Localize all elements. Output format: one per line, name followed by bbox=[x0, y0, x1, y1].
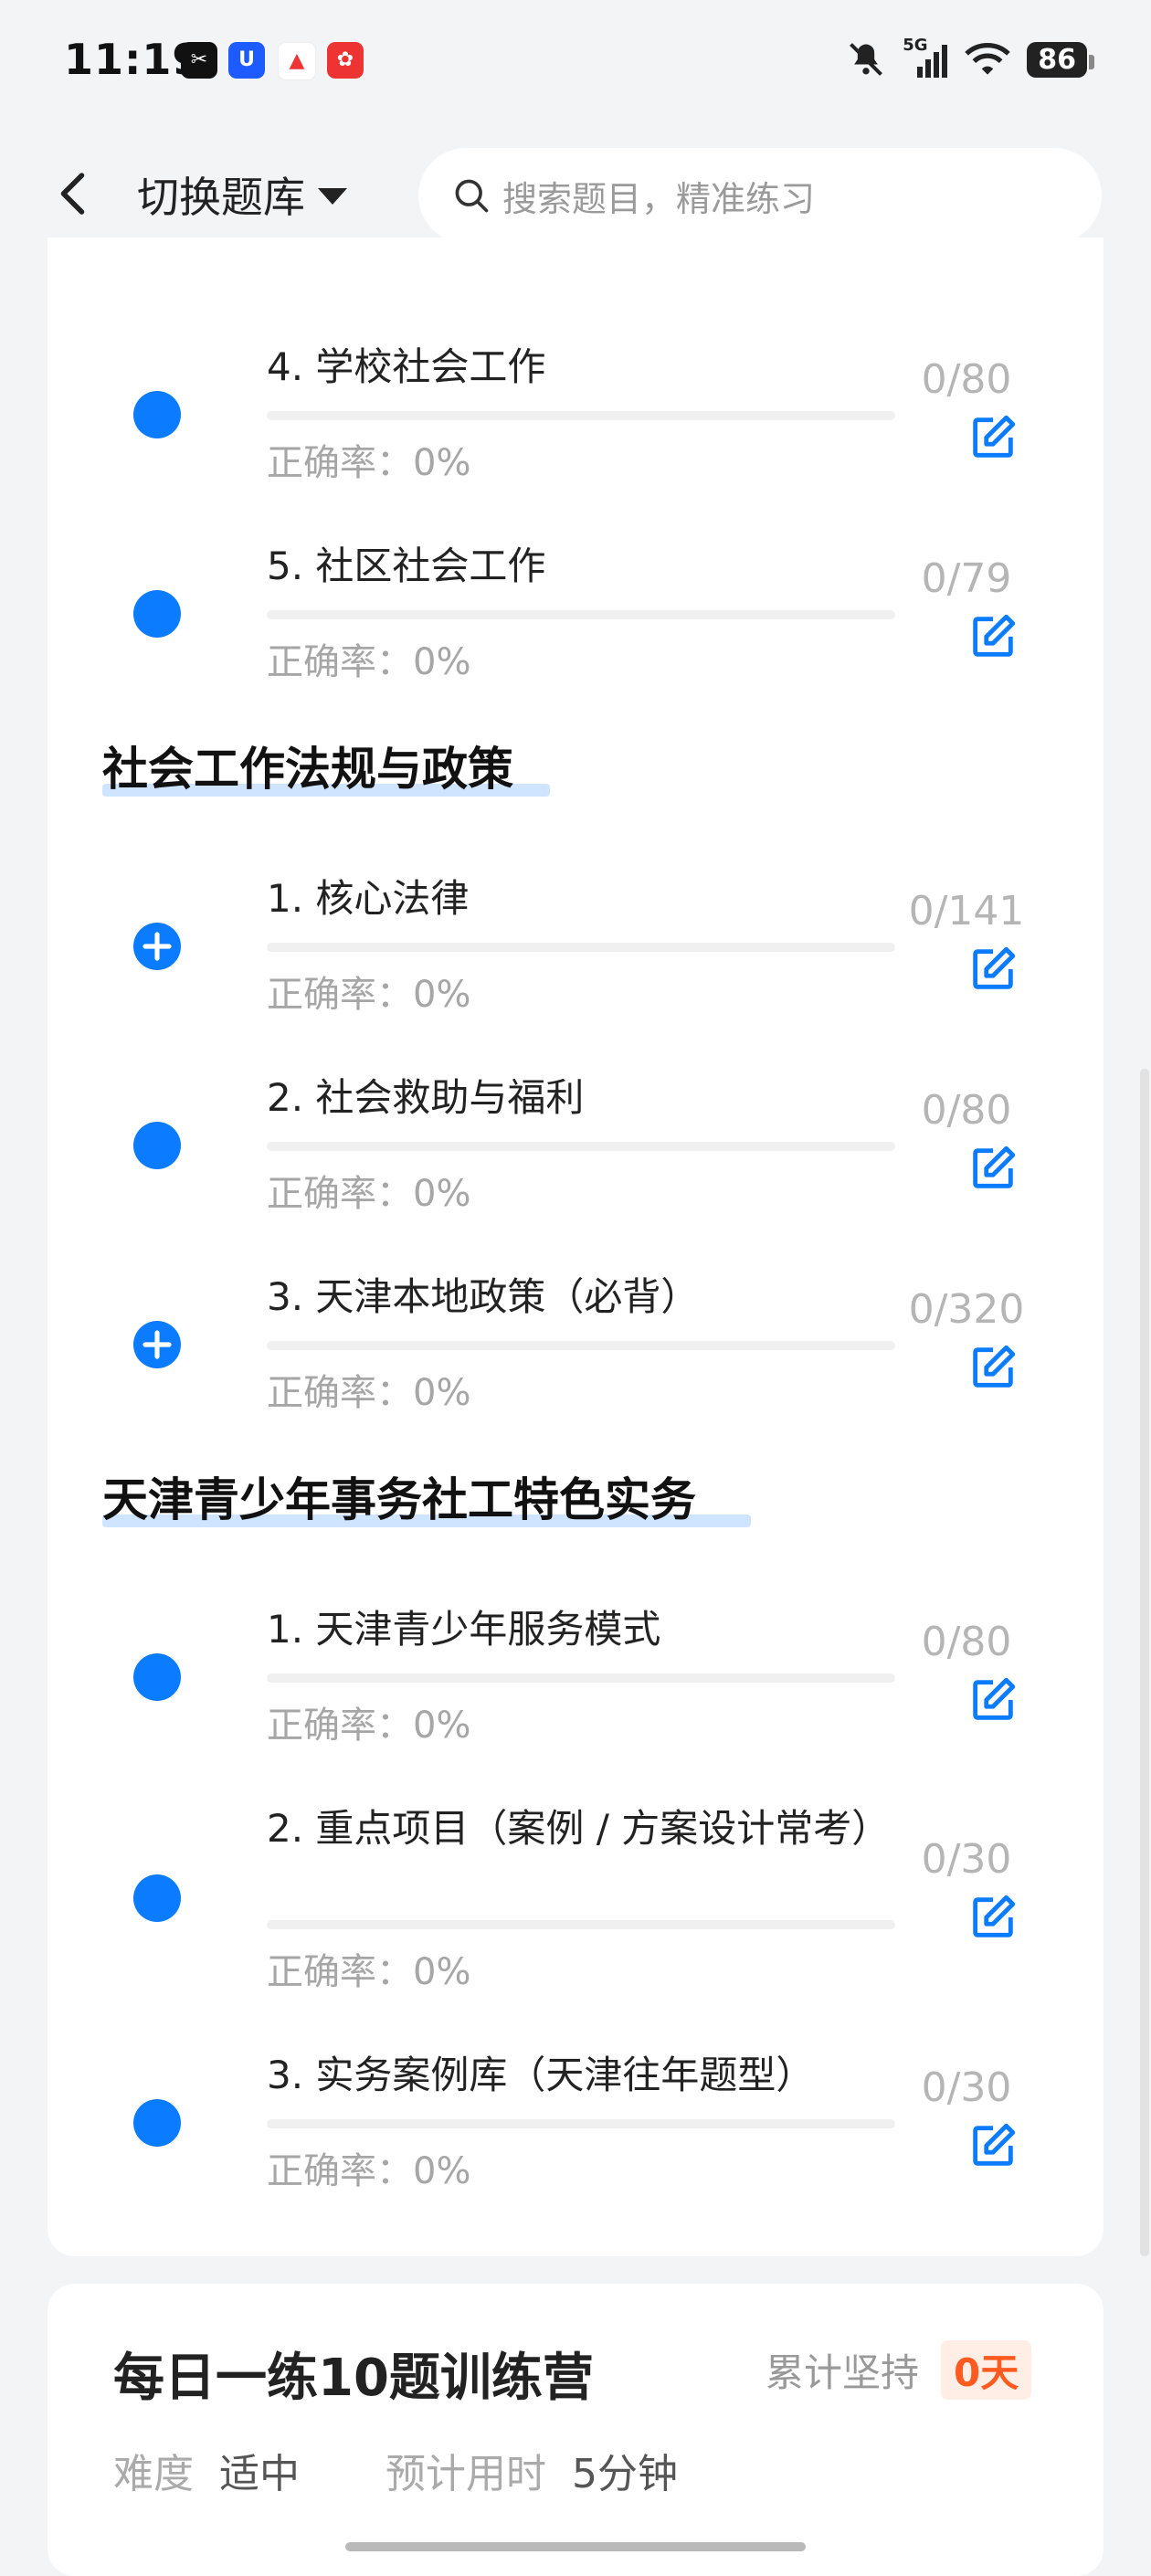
question-count: 0/80 bbox=[921, 356, 1012, 403]
status-bar: 11:19 ✂ U ▲ ✿ 5G 86 bbox=[0, 0, 1151, 128]
difficulty-info: 难度 适中 bbox=[113, 2441, 300, 2499]
wifi-icon bbox=[965, 43, 1010, 75]
progress-track bbox=[267, 1673, 895, 1683]
section-title-text: 社会工作法规与政策 bbox=[102, 743, 513, 796]
edit-practice-icon[interactable] bbox=[966, 610, 1019, 663]
list-item[interactable]: 3. 天津本地政策（必背） 正确率：0% 0/320 bbox=[48, 1268, 1103, 1451]
capcut-app-icon: ✂ bbox=[181, 42, 217, 79]
edit-practice-icon[interactable] bbox=[966, 1341, 1019, 1394]
accuracy-text: 正确率：0% bbox=[267, 442, 471, 484]
section-title: 社会工作法规与政策 bbox=[102, 733, 550, 798]
back-arrow-icon[interactable] bbox=[48, 166, 102, 221]
status-dot-icon bbox=[133, 2099, 181, 2147]
question-count: 0/30 bbox=[921, 1836, 1012, 1883]
signal-5g-icon: 5G bbox=[903, 36, 948, 79]
progress-track bbox=[267, 1142, 895, 1151]
status-indicators: 5G 86 bbox=[846, 36, 1094, 82]
chapter-title: 3. 实务案例库（天津往年题型） bbox=[267, 2053, 815, 2097]
accuracy-text: 正确率：0% bbox=[267, 974, 471, 1016]
chapter-title: 1. 核心法律 bbox=[267, 876, 470, 921]
switch-question-bank-button[interactable]: 切换题库 bbox=[137, 164, 347, 225]
list-item[interactable]: 1. 天津青少年服务模式 正确率：0% 0/80 bbox=[48, 1600, 1103, 1783]
edit-practice-icon[interactable] bbox=[966, 411, 1019, 464]
list-item[interactable]: 2. 重点项目（案例 / 方案设计常考） 正确率：0% 0/30 bbox=[48, 1800, 1103, 2028]
chapter-title: 4. 学校社会工作 bbox=[267, 344, 546, 389]
edit-practice-icon[interactable] bbox=[966, 1891, 1019, 1944]
progress-track bbox=[267, 1920, 895, 1929]
status-dot-icon bbox=[133, 1122, 181, 1169]
time-label: 预计用时 bbox=[385, 2451, 546, 2497]
edit-practice-icon[interactable] bbox=[966, 2119, 1019, 2172]
chapter-title: 1. 天津青少年服务模式 bbox=[267, 1607, 661, 1652]
caret-down-icon bbox=[318, 188, 347, 205]
question-count: 0/320 bbox=[908, 1286, 1025, 1333]
list-item[interactable]: 5. 社区社会工作 正确率：0% 0/79 bbox=[48, 537, 1103, 720]
difficulty-label: 难度 bbox=[113, 2451, 194, 2497]
home-indicator[interactable] bbox=[345, 2542, 806, 2551]
network-type: 5G bbox=[903, 36, 928, 55]
progress-track bbox=[267, 943, 895, 952]
accuracy-text: 正确率：0% bbox=[267, 1951, 471, 1993]
section-title: 天津青少年事务社工特色实务 bbox=[102, 1463, 751, 1529]
difficulty-value: 适中 bbox=[219, 2451, 300, 2497]
list-item[interactable]: 3. 实务案例库（天津往年题型） 正确率：0% 0/30 bbox=[48, 2046, 1103, 2229]
chapter-title: 5. 社区社会工作 bbox=[267, 544, 546, 588]
list-item[interactable]: 1. 核心法律 正确率：0% 0/141 bbox=[48, 870, 1103, 1052]
bell-muted-icon bbox=[850, 43, 883, 76]
accuracy-text: 正确率：0% bbox=[267, 1705, 471, 1747]
chapter-list-card: 4. 学校社会工作 正确率：0% 0/80 5. 社区社会工作 正确率：0% 0… bbox=[48, 238, 1103, 2256]
pinduoduo-app-icon: ✿ bbox=[327, 42, 364, 79]
edit-practice-icon[interactable] bbox=[966, 1673, 1019, 1726]
study-app-icon: ▲ bbox=[278, 42, 316, 80]
accuracy-text: 正确率：0% bbox=[267, 1372, 471, 1414]
status-dot-icon bbox=[133, 1653, 181, 1701]
persist-label: 累计坚持 bbox=[766, 2350, 920, 2395]
question-count: 0/30 bbox=[921, 2064, 1012, 2111]
status-dot-icon bbox=[133, 1874, 181, 1922]
expand-plus-icon[interactable] bbox=[133, 923, 181, 970]
persist-days-badge: 0天 bbox=[941, 2340, 1032, 2400]
battery-indicator: 86 bbox=[1027, 41, 1094, 78]
search-input[interactable]: 搜索题目，精准练习 bbox=[418, 148, 1102, 243]
switch-label: 切换题库 bbox=[137, 173, 305, 222]
section-title-text: 天津青少年事务社工特色实务 bbox=[102, 1473, 696, 1526]
status-dot-icon bbox=[133, 590, 181, 638]
accuracy-text: 正确率：0% bbox=[267, 2150, 471, 2192]
progress-track bbox=[267, 610, 895, 619]
expand-plus-icon[interactable] bbox=[133, 1321, 181, 1368]
question-count: 0/80 bbox=[921, 1087, 1012, 1134]
progress-track bbox=[267, 2119, 895, 2128]
progress-track bbox=[267, 411, 895, 420]
time-value: 5分钟 bbox=[572, 2451, 678, 2497]
chapter-title: 2. 社会救助与福利 bbox=[267, 1075, 585, 1120]
question-count: 0/80 bbox=[921, 1619, 1012, 1665]
accuracy-text: 正确率：0% bbox=[267, 641, 471, 683]
list-item[interactable]: 4. 学校社会工作 正确率：0% 0/80 bbox=[48, 338, 1103, 521]
chapter-title: 3. 天津本地政策（必背） bbox=[267, 1274, 700, 1319]
daily-practice-card[interactable]: 每日一练10题训练营 累计坚持 0天 难度 适中 预计用时 5分钟 bbox=[48, 2284, 1103, 2576]
progress-track bbox=[267, 1341, 895, 1350]
question-count: 0/79 bbox=[921, 555, 1012, 602]
search-icon bbox=[455, 179, 489, 213]
status-dot-icon bbox=[133, 391, 181, 438]
edit-practice-icon[interactable] bbox=[966, 943, 1019, 996]
tianyan-app-icon: U bbox=[228, 42, 265, 79]
scrollbar[interactable] bbox=[1140, 1069, 1149, 2256]
search-placeholder: 搜索题目，精准练习 bbox=[502, 178, 816, 219]
question-count: 0/141 bbox=[908, 888, 1025, 934]
list-item[interactable]: 2. 社会救助与福利 正确率：0% 0/80 bbox=[48, 1069, 1103, 1251]
daily-practice-title: 每日一练10题训练营 bbox=[113, 2349, 594, 2408]
accuracy-text: 正确率：0% bbox=[267, 1173, 471, 1215]
time-info: 预计用时 5分钟 bbox=[385, 2441, 678, 2499]
chapter-title: 2. 重点项目（案例 / 方案设计常考） bbox=[267, 1806, 891, 1851]
edit-practice-icon[interactable] bbox=[966, 1142, 1019, 1195]
